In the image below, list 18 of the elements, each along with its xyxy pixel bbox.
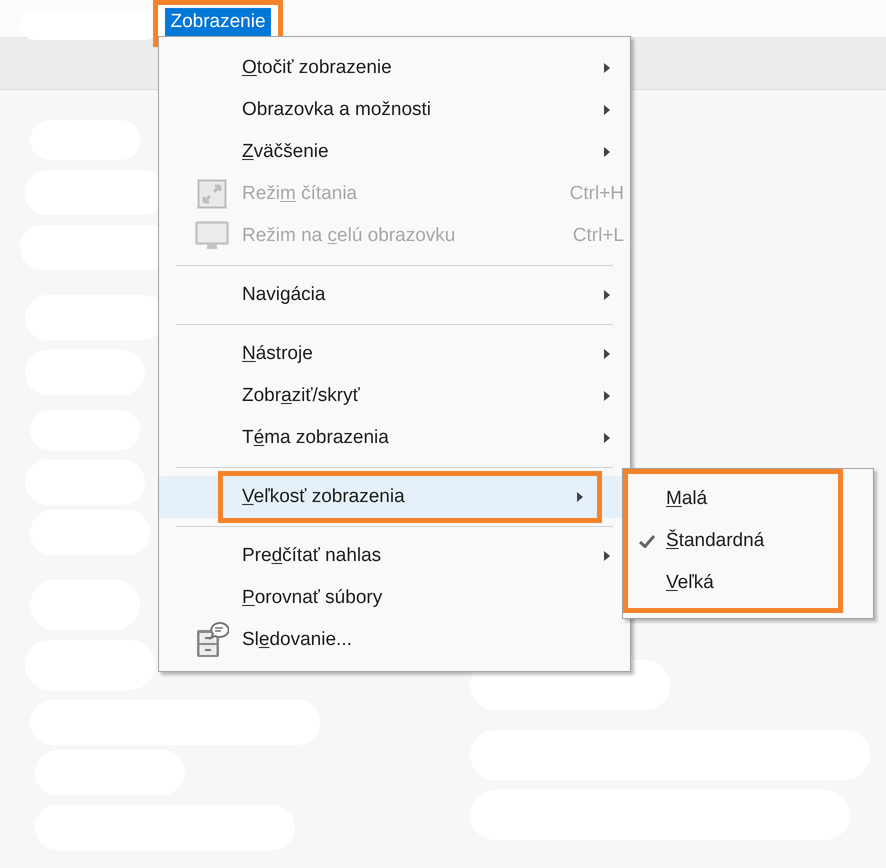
shortcut-text: Ctrl+L <box>572 224 624 248</box>
menu-item[interactable]: Sledovanie... <box>242 626 352 654</box>
submenu-item[interactable]: Štandardná <box>666 526 764 556</box>
menu-bar-item[interactable]: Zobrazenie <box>165 8 271 36</box>
shortcut-text: Ctrl+H <box>570 182 624 206</box>
menu-item[interactable]: Zväčšenie <box>242 138 630 166</box>
menu-item[interactable]: Predčítať nahlas <box>242 542 630 570</box>
submenu-item[interactable]: Malá <box>666 484 708 514</box>
expand-icon <box>197 179 227 209</box>
cabinet-icon <box>195 622 229 658</box>
menu-item[interactable]: Navigácia <box>242 280 630 310</box>
monitor-icon <box>195 221 229 251</box>
submenu-item[interactable]: Veľká <box>666 568 714 598</box>
menu-item[interactable]: Zobraziť/skryť <box>242 382 630 410</box>
menu-item[interactable]: Porovnať súbory <box>242 584 382 612</box>
menu-item[interactable]: Téma zobrazenia <box>242 424 630 452</box>
menu-item[interactable]: Obrazovka a možnosti <box>242 96 630 124</box>
menu-item[interactable]: Nástroje <box>242 340 630 368</box>
